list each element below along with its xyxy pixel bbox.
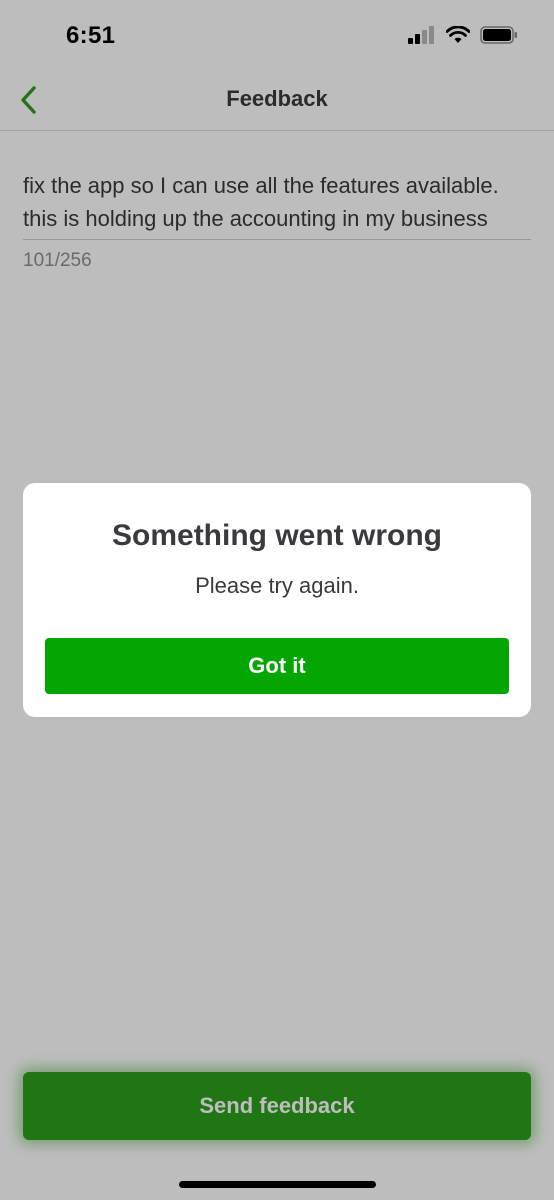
dialog-message: Please try again. [195,573,359,598]
got-it-button[interactable]: Got it [45,638,509,694]
dialog-title: Something went wrong [112,519,442,552]
error-dialog: Something went wrong Please try again. G… [23,483,531,717]
